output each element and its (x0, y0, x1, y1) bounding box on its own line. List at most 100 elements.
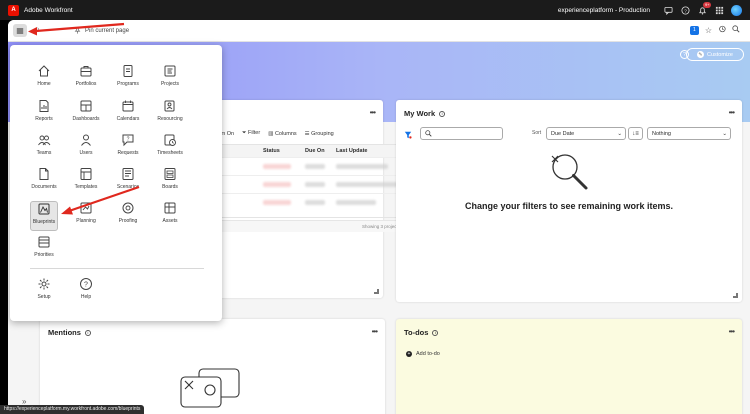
grouping-button[interactable]: ☰ Grouping (305, 131, 334, 137)
notifications-bell-icon[interactable]: 9+ (697, 2, 711, 15)
group-select[interactable]: Nothing ⌄ (647, 127, 731, 140)
nav-item-home[interactable]: Home (30, 64, 58, 94)
nav-item-documents[interactable]: Documents (30, 167, 58, 197)
programs-icon (123, 65, 133, 77)
more-options-icon[interactable]: ••• (372, 327, 378, 336)
projects-toolbar: I'm On ⏷ Filter ▥ Columns ☰ Grouping (218, 130, 334, 137)
portfolio-icon (80, 66, 92, 77)
customize-button[interactable]: ✎ Customize (686, 48, 744, 61)
main-navigation-menu: Home Portfolios Programs Projects Report… (10, 45, 222, 321)
nav-item-portfolios[interactable]: Portfolios (72, 64, 100, 94)
grouping-label: Grouping (311, 130, 334, 137)
nav-item-setup[interactable]: Setup (30, 277, 58, 307)
svg-text:?: ? (84, 282, 88, 289)
nav-item-reports[interactable]: Reports (30, 99, 58, 129)
help-icon[interactable]: ? (680, 5, 690, 15)
nav-item-resourcing[interactable]: Resourcing (156, 99, 184, 129)
user-icon (81, 134, 91, 146)
help-icon: ? (80, 278, 92, 290)
projects-count: Showing 3 projects (218, 220, 406, 232)
column-header[interactable]: Due On (305, 148, 336, 154)
table-row[interactable] (219, 157, 405, 175)
info-icon[interactable]: i (84, 329, 91, 336)
nav-item-templates[interactable]: Templates (72, 167, 100, 197)
reports-icon (39, 100, 49, 112)
nav-item-programs[interactable]: Programs (114, 64, 142, 94)
nav-item-proofing[interactable]: Proofing (114, 201, 142, 231)
nav-item-boards[interactable]: Boards (156, 167, 184, 197)
search-icon[interactable] (732, 25, 740, 35)
nav-item-help[interactable]: ? Help (72, 277, 100, 307)
boards-icon (164, 168, 176, 180)
table-row[interactable] (219, 193, 405, 211)
user-avatar[interactable] (731, 4, 742, 16)
more-options-icon[interactable]: ••• (370, 108, 376, 117)
history-icon[interactable] (718, 25, 726, 35)
notification-badge: 9+ (703, 2, 711, 8)
menu-divider (30, 268, 204, 269)
more-options-icon[interactable]: ••• (729, 108, 735, 117)
filter-button[interactable]: ⏷ Filter (242, 130, 260, 137)
adobe-logo-icon: A (8, 4, 19, 16)
info-icon[interactable]: i (439, 110, 446, 117)
projects-table: Status Due On Last Update (218, 144, 406, 218)
feedback-icon[interactable] (663, 5, 673, 15)
priorities-icon (38, 236, 50, 248)
calendar-icon (122, 100, 134, 112)
todos-widget: To-dos i ••• + Add to-do (396, 319, 742, 414)
nav-item-users[interactable]: Users (72, 133, 100, 163)
nav-item-calendars[interactable]: Calendars (114, 99, 142, 129)
svg-text:?: ? (684, 8, 687, 14)
add-todo-button[interactable]: + Add to-do (406, 351, 440, 357)
customize-label: Customize (707, 51, 733, 58)
sort-select[interactable]: Due Date ⌄ (546, 127, 626, 140)
nav-item-planning[interactable]: Planning (72, 201, 100, 231)
sort-order-button[interactable]: ↓≡ (628, 127, 643, 140)
nav-item-blueprints[interactable]: Blueprints (30, 201, 58, 231)
nav-item-timesheets[interactable]: Timesheets (156, 133, 184, 163)
status-bar-url: https://experienceplatform.my.workfront.… (0, 405, 145, 414)
columns-label: Columns (274, 130, 297, 137)
columns-button[interactable]: ▥ Columns (268, 131, 296, 137)
nav-item-scenarios[interactable]: Scenarios (114, 167, 142, 197)
planning-icon (80, 202, 92, 214)
resize-handle-icon[interactable] (733, 293, 738, 298)
chevron-down-icon: ⌄ (617, 130, 622, 137)
count-badge[interactable]: 1 (689, 25, 699, 35)
main-menu-button[interactable] (13, 24, 27, 37)
mentions-title: Mentions i (48, 328, 91, 337)
hamburger-icon (16, 28, 24, 33)
star-icon[interactable]: ☆ (705, 26, 712, 35)
pin-current-page[interactable]: Pin current page (74, 27, 129, 34)
nav-item-dashboards[interactable]: Dashboards (72, 99, 100, 129)
nav-item-priorities[interactable]: Priorities (30, 235, 58, 265)
templates-icon (80, 168, 92, 180)
search-icon (425, 130, 432, 137)
more-options-icon[interactable]: ••• (729, 327, 735, 336)
dashboards-icon (80, 100, 92, 112)
documents-icon (39, 168, 49, 180)
search-input[interactable] (420, 127, 503, 140)
sort-value: Due Date (551, 130, 575, 137)
info-icon[interactable]: i (432, 329, 439, 336)
filter-icon[interactable] (404, 131, 412, 141)
column-header[interactable]: Last Update (336, 148, 396, 154)
resourcing-icon (164, 100, 175, 112)
nav-item-requests[interactable]: ? Requests (114, 133, 142, 163)
table-row[interactable] (219, 175, 405, 193)
column-header[interactable]: Status (263, 148, 305, 154)
pencil-icon: ✎ (697, 51, 704, 58)
nav-item-assets[interactable]: Assets (156, 201, 184, 231)
nav-item-projects[interactable]: Projects (156, 64, 184, 94)
mentions-empty-illustration-icon (180, 368, 240, 408)
scenarios-icon (122, 168, 134, 180)
nav-item-teams[interactable]: Teams (30, 133, 58, 163)
resize-handle-icon[interactable] (374, 289, 379, 294)
app-switcher-icon[interactable] (714, 5, 724, 15)
my-work-widget: My Work i ••• Sort Due Date ⌄ ↓≡ Nothing… (396, 100, 742, 302)
global-header: A Adobe Workfront experienceplatform - P… (0, 0, 750, 20)
table-header: Status Due On Last Update (219, 145, 405, 157)
chevron-right-icon[interactable]: › (37, 26, 39, 33)
environment-switcher[interactable]: experienceplatform - Production (558, 7, 650, 14)
group-value: Nothing (652, 130, 671, 137)
